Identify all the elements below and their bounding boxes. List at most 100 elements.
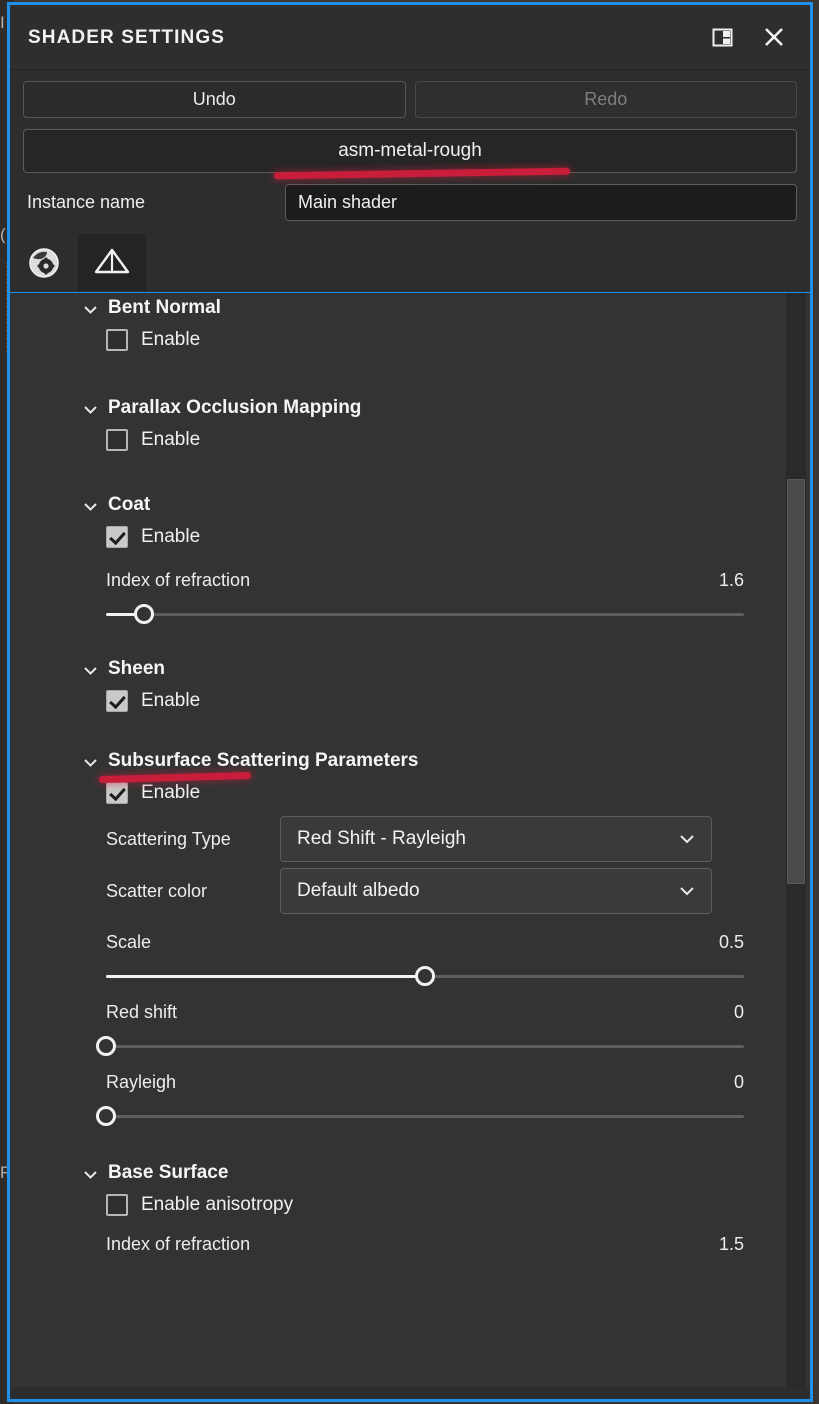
param-value: 0 <box>733 1072 744 1092</box>
dropdown-value: Red Shift - Rayleigh <box>297 828 466 849</box>
param-header: Red shift 0 <box>106 1002 744 1030</box>
param-base-surface-index-of-refraction-clipped: Index of refraction 1.5 <box>10 1234 784 1262</box>
panel-toolbar: Undo Redo asm-metal-rough Instance name … <box>10 81 810 221</box>
slider-knob[interactable] <box>134 604 155 624</box>
checkbox-row-base-surface-anisotropy[interactable]: Enable anisotropy <box>10 1188 784 1222</box>
dropdown-row-scatter-color: Scatter color Default albedo <box>10 868 784 914</box>
checkbox-enable-anisotropy[interactable] <box>106 1194 128 1216</box>
slider-knob[interactable] <box>415 966 435 986</box>
vertical-scrollbar[interactable] <box>786 293 806 1387</box>
chevron-down-icon <box>84 1170 97 1179</box>
checkbox-row-coat-enable[interactable]: Enable <box>10 520 784 554</box>
material-sphere-gear-icon <box>29 247 59 278</box>
slider-knob[interactable] <box>96 1036 116 1056</box>
chevron-down-icon <box>680 887 694 896</box>
slider-track <box>106 1115 744 1118</box>
chevron-down-icon <box>84 305 97 314</box>
section-sheen: Sheen Enable <box>10 654 784 718</box>
param-label: Index of refraction <box>106 1234 251 1254</box>
settings-content: Bent Normal Enable Parallax Occlusion Ma… <box>10 293 784 1322</box>
slider-track <box>106 613 744 616</box>
dropdown-row-scattering-type: Scattering Type Red Shift - Rayleigh <box>10 816 784 862</box>
param-sss-rayleigh: Rayleigh 0 <box>10 1072 784 1128</box>
dropdown-scattering-type[interactable]: Red Shift - Rayleigh <box>280 816 712 862</box>
checkbox-row-bent-normal-enable[interactable]: Enable <box>10 323 784 357</box>
checkbox-row-parallax-enable[interactable]: Enable <box>10 423 784 457</box>
checkbox-bent-normal-enable[interactable] <box>106 329 128 351</box>
chevron-down-icon <box>84 502 97 511</box>
checkbox-label: Enable anisotropy <box>141 1194 294 1215</box>
section-header-sheen[interactable]: Sheen <box>10 654 784 684</box>
section-title: Parallax Occlusion Mapping <box>108 397 362 418</box>
slider-sss-rayleigh[interactable] <box>96 1104 744 1128</box>
slider-sss-red-shift[interactable] <box>96 1034 744 1058</box>
slider-sss-scale[interactable] <box>106 964 744 988</box>
section-title: Bent Normal <box>108 297 221 318</box>
instance-name-label: Instance name <box>27 192 146 212</box>
param-header: Index of refraction 1.5 <box>106 1234 744 1262</box>
section-header-parallax-occlusion-mapping[interactable]: Parallax Occlusion Mapping <box>10 393 784 423</box>
param-label: Rayleigh <box>106 1072 177 1092</box>
pyramid-wireframe-icon <box>94 248 130 273</box>
page-title: SHADER SETTINGS <box>28 27 226 48</box>
dropdown-label: Scattering Type <box>106 828 231 849</box>
checkbox-label: Enable <box>141 329 201 350</box>
panel-titlebar: SHADER SETTINGS <box>10 5 810 70</box>
settings-scroll-area[interactable]: Bent Normal Enable Parallax Occlusion Ma… <box>10 293 810 1387</box>
checkbox-label: Enable <box>141 526 201 547</box>
shader-name-field[interactable]: asm-metal-rough <box>23 129 797 173</box>
slider-track <box>106 1045 744 1048</box>
section-base-surface: Base Surface Enable anisotropy Index of … <box>10 1158 784 1262</box>
param-header: Index of refraction 1.6 <box>106 570 744 598</box>
chevron-down-icon <box>84 405 97 414</box>
checkbox-row-sss-enable[interactable]: Enable <box>10 776 784 810</box>
dropdown-value: Default albedo <box>297 880 420 901</box>
chevron-down-icon <box>84 758 97 767</box>
dropdown-scatter-color[interactable]: Default albedo <box>280 868 712 914</box>
scrollbar-thumb[interactable] <box>787 478 805 884</box>
section-coat: Coat Enable Index of refraction 1.6 <box>10 490 784 626</box>
tab-strip <box>10 234 810 293</box>
checkbox-sss-enable[interactable] <box>106 782 128 804</box>
slider-knob[interactable] <box>96 1106 116 1126</box>
param-value: 1.6 <box>718 570 744 590</box>
slider-coat-ior[interactable] <box>106 602 744 626</box>
param-label: Red shift <box>106 1002 178 1022</box>
section-title: Coat <box>108 494 151 515</box>
slider-fill <box>106 975 425 978</box>
param-header: Rayleigh 0 <box>106 1072 744 1100</box>
section-bent-normal: Bent Normal Enable <box>10 293 784 357</box>
dropdown-label: Scatter color <box>106 880 208 901</box>
section-title: Subsurface Scattering Parameters <box>108 750 419 771</box>
section-header-coat[interactable]: Coat <box>10 490 784 520</box>
chevron-down-icon <box>680 835 694 844</box>
undo-button[interactable]: Undo <box>23 81 406 118</box>
param-header: Scale 0.5 <box>106 932 744 960</box>
shader-settings-panel: SHADER SETTINGS Undo Redo asm-metal-roug… <box>7 2 813 1402</box>
section-title: Base Surface <box>108 1162 229 1183</box>
param-value: 0 <box>733 1002 744 1022</box>
checkbox-row-sheen-enable[interactable]: Enable <box>10 684 784 718</box>
tab-material-settings[interactable] <box>10 234 78 291</box>
checkbox-parallax-enable[interactable] <box>106 429 128 451</box>
section-header-subsurface-scattering[interactable]: Subsurface Scattering Parameters <box>10 746 784 776</box>
section-parallax-occlusion-mapping: Parallax Occlusion Mapping Enable <box>10 393 784 457</box>
param-label: Index of refraction <box>106 570 251 590</box>
backdrop-ghost-text-2: ( <box>0 226 6 243</box>
instance-name-row: Instance name Main shader <box>23 184 797 221</box>
checkbox-coat-enable[interactable] <box>106 526 128 548</box>
redo-button[interactable]: Redo <box>414 81 797 118</box>
section-header-bent-normal[interactable]: Bent Normal <box>10 293 784 323</box>
section-header-base-surface[interactable]: Base Surface <box>10 1158 784 1188</box>
checkbox-label: Enable <box>141 690 201 711</box>
backdrop-ghost-text-1: I <box>0 14 5 31</box>
tab-geometry-settings[interactable] <box>78 234 146 291</box>
checkbox-label: Enable <box>141 429 201 450</box>
param-value: 1.5 <box>718 1234 744 1254</box>
close-icon[interactable] <box>754 17 794 57</box>
instance-name-input[interactable]: Main shader <box>285 184 797 221</box>
checkbox-sheen-enable[interactable] <box>106 690 128 712</box>
checkbox-label: Enable <box>141 782 201 803</box>
param-label: Scale <box>106 932 152 952</box>
dock-panel-icon[interactable] <box>702 17 742 57</box>
